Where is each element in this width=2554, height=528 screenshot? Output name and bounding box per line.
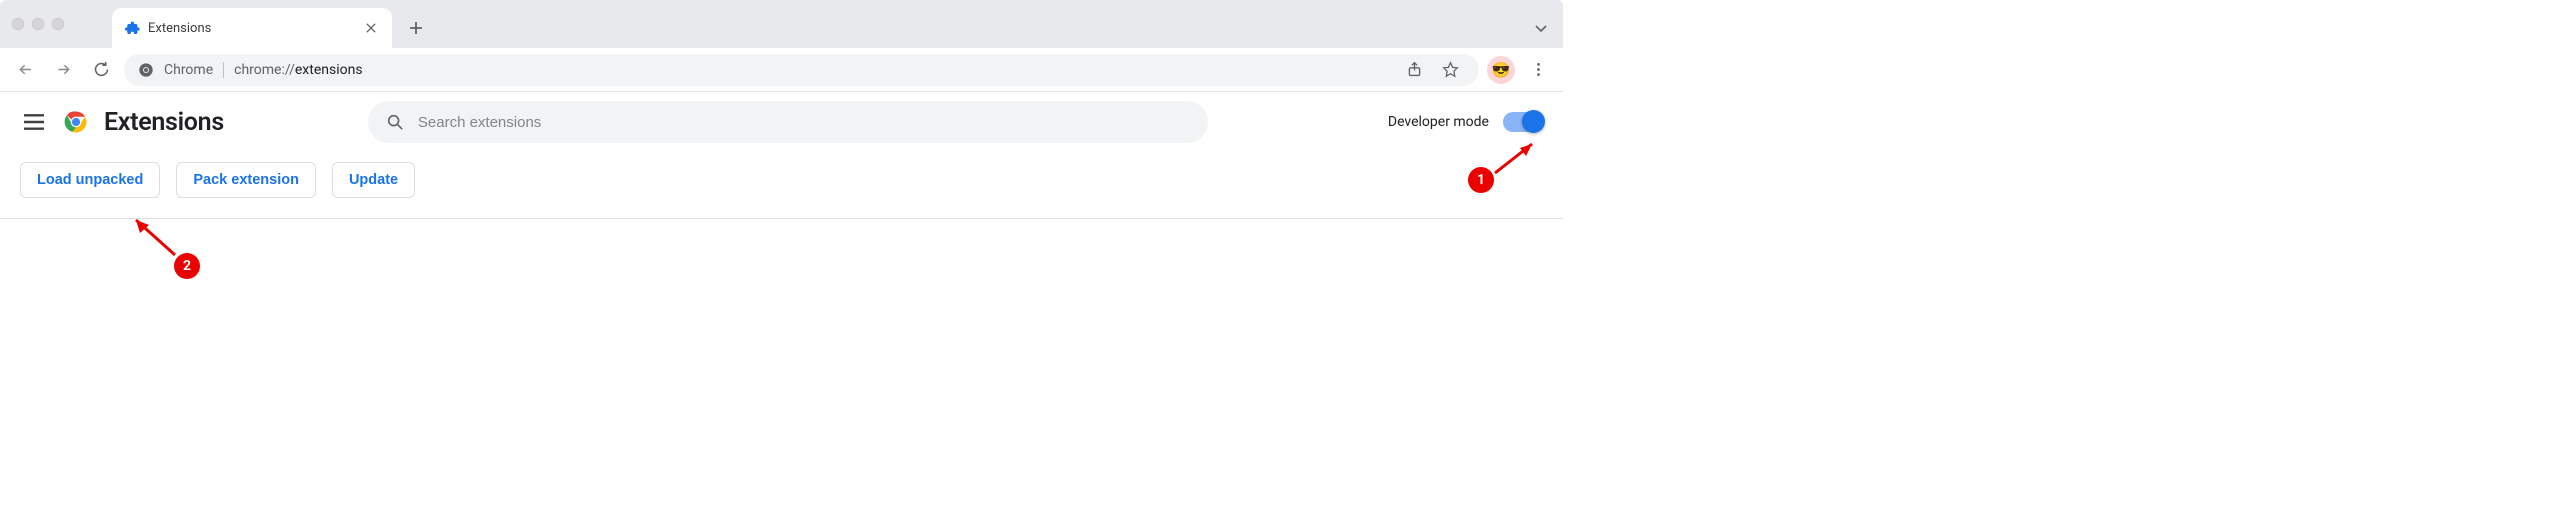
chrome-logo-icon xyxy=(62,108,90,136)
pack-extension-button[interactable]: Pack extension xyxy=(176,162,316,198)
puzzle-piece-icon xyxy=(124,20,140,36)
new-tab-button[interactable] xyxy=(400,12,432,44)
extensions-page: Extensions Developer mode Load unpacked … xyxy=(0,92,1563,219)
update-button[interactable]: Update xyxy=(332,162,415,198)
search-input[interactable] xyxy=(418,114,1190,131)
annotation-arrow-2 xyxy=(130,214,180,264)
arrow-left-icon xyxy=(17,61,34,78)
vertical-dots-icon xyxy=(1530,61,1547,78)
toggle-knob xyxy=(1522,110,1545,133)
hamburger-button[interactable] xyxy=(20,108,48,136)
share-icon xyxy=(1406,61,1423,78)
profile-avatar[interactable]: 😎 xyxy=(1487,56,1515,84)
page-title: Extensions xyxy=(104,108,224,137)
bookmark-button[interactable] xyxy=(1435,55,1465,85)
developer-action-bar: Load unpacked Pack extension Update xyxy=(0,152,1563,219)
tab-title: Extensions xyxy=(148,21,354,36)
share-button[interactable] xyxy=(1399,55,1429,85)
plus-icon xyxy=(409,21,423,35)
extensions-header: Extensions Developer mode xyxy=(0,92,1563,152)
chrome-icon xyxy=(138,62,154,78)
traffic-light-zoom[interactable] xyxy=(52,18,64,30)
forward-button[interactable] xyxy=(48,55,78,85)
omnibox-url: chrome://extensions xyxy=(234,62,362,78)
back-button[interactable] xyxy=(10,55,40,85)
tab-extensions[interactable]: Extensions xyxy=(112,8,392,48)
hamburger-icon xyxy=(24,112,44,132)
traffic-light-close[interactable] xyxy=(12,18,24,30)
developer-mode-toggle[interactable] xyxy=(1503,112,1543,132)
reload-icon xyxy=(93,61,110,78)
arrow-right-icon xyxy=(55,61,72,78)
address-bar[interactable]: Chrome chrome://extensions xyxy=(124,54,1479,86)
annotation-badge-2: 2 xyxy=(174,253,200,279)
traffic-light-minimize[interactable] xyxy=(32,18,44,30)
window-chrome: Extensions xyxy=(0,0,1563,48)
traffic-lights xyxy=(12,18,64,30)
browser-toolbar: Chrome chrome://extensions 😎 xyxy=(0,48,1563,92)
chevron-down-icon[interactable] xyxy=(1533,20,1549,36)
search-extensions-field[interactable] xyxy=(368,101,1208,143)
search-icon xyxy=(386,113,404,131)
developer-mode-label: Developer mode xyxy=(1388,114,1489,130)
tab-strip: Extensions xyxy=(112,8,1563,48)
sunglasses-emoji-icon: 😎 xyxy=(1492,61,1511,79)
reload-button[interactable] xyxy=(86,55,116,85)
browser-menu-button[interactable] xyxy=(1523,55,1553,85)
tab-close-button[interactable] xyxy=(362,19,380,37)
star-icon xyxy=(1442,61,1459,78)
omnibox-chip: Chrome xyxy=(164,62,224,78)
load-unpacked-button[interactable]: Load unpacked xyxy=(20,162,160,198)
